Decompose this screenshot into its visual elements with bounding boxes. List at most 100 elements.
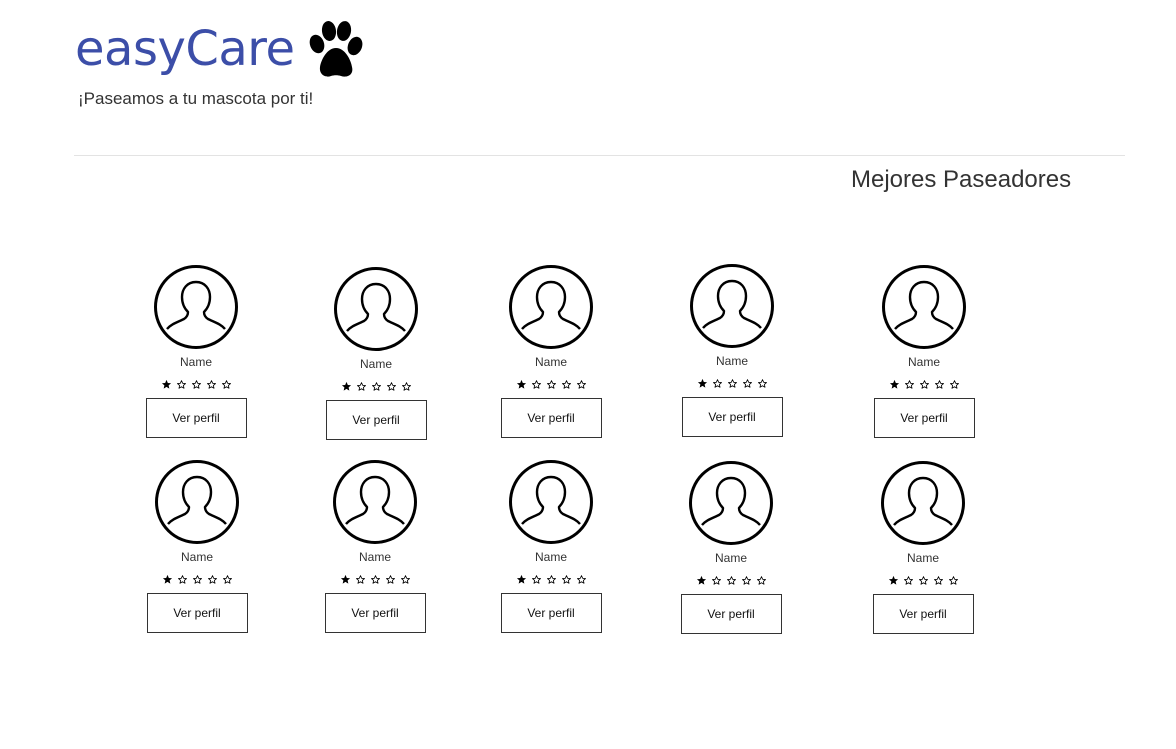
user-avatar-icon <box>154 265 238 349</box>
walker-name: Name <box>534 355 567 369</box>
star-filled-icon <box>161 377 172 389</box>
star-filled-icon <box>340 572 351 584</box>
walker-name: Name <box>359 357 392 371</box>
star-empty-icon <box>386 379 397 391</box>
star-empty-icon <box>903 573 914 585</box>
star-filled-icon <box>341 379 352 391</box>
star-rating <box>697 376 768 388</box>
brand[interactable]: easyCare <box>75 14 365 84</box>
star-empty-icon <box>356 379 367 391</box>
walker-card: Name Ver perfil <box>496 460 606 633</box>
brand-name[interactable]: easyCare <box>75 14 295 84</box>
star-empty-icon <box>401 379 412 391</box>
walker-card: Name Ver perfil <box>496 265 606 438</box>
star-empty-icon <box>933 573 944 585</box>
star-empty-icon <box>176 377 187 389</box>
star-filled-icon <box>697 376 708 388</box>
star-empty-icon <box>576 377 587 389</box>
user-avatar-icon <box>881 461 965 545</box>
star-empty-icon <box>948 573 959 585</box>
walker-card: Name Ver perfil <box>868 461 978 634</box>
star-filled-icon <box>162 572 173 584</box>
star-empty-icon <box>712 376 723 388</box>
user-avatar-icon <box>689 461 773 545</box>
star-empty-icon <box>919 377 930 389</box>
view-profile-button[interactable]: Ver perfil <box>500 398 602 438</box>
walker-name: Name <box>906 551 939 565</box>
user-avatar-icon <box>334 267 418 351</box>
walker-card: Name Ver perfil <box>320 460 430 633</box>
walker-name: Name <box>907 355 940 369</box>
star-empty-icon <box>371 379 382 391</box>
star-rating <box>340 572 411 584</box>
star-empty-icon <box>561 377 572 389</box>
star-empty-icon <box>546 572 557 584</box>
walker-name: Name <box>179 355 212 369</box>
star-empty-icon <box>192 572 203 584</box>
user-avatar-icon <box>690 264 774 348</box>
view-profile-button[interactable]: Ver perfil <box>500 593 602 633</box>
star-empty-icon <box>206 377 217 389</box>
star-empty-icon <box>531 377 542 389</box>
star-empty-icon <box>191 377 202 389</box>
view-profile-button[interactable]: Ver perfil <box>145 398 247 438</box>
star-empty-icon <box>400 572 411 584</box>
view-profile-button[interactable]: Ver perfil <box>325 400 427 440</box>
star-empty-icon <box>531 572 542 584</box>
user-avatar-icon <box>882 265 966 349</box>
view-profile-button[interactable]: Ver perfil <box>680 594 782 634</box>
star-empty-icon <box>918 573 929 585</box>
walker-name: Name <box>534 550 567 564</box>
star-filled-icon <box>516 572 527 584</box>
star-empty-icon <box>726 573 737 585</box>
site-header: easyCare <box>75 14 365 84</box>
star-empty-icon <box>177 572 188 584</box>
star-empty-icon <box>949 377 960 389</box>
star-empty-icon <box>756 573 767 585</box>
walker-card: Name Ver perfil <box>141 265 251 438</box>
star-empty-icon <box>934 377 945 389</box>
star-rating <box>516 572 587 584</box>
star-empty-icon <box>207 572 218 584</box>
view-profile-button[interactable]: Ver perfil <box>872 594 974 634</box>
user-avatar-icon <box>333 460 417 544</box>
star-rating <box>161 377 232 389</box>
star-empty-icon <box>741 573 752 585</box>
view-profile-button[interactable]: Ver perfil <box>146 593 248 633</box>
paw-icon <box>305 18 365 80</box>
star-filled-icon <box>889 377 900 389</box>
star-empty-icon <box>757 376 768 388</box>
walker-name: Name <box>180 550 213 564</box>
view-profile-button[interactable]: Ver perfil <box>873 398 975 438</box>
walker-card: Name Ver perfil <box>677 264 787 437</box>
star-rating <box>889 377 960 389</box>
walker-card: Name Ver perfil <box>142 460 252 633</box>
star-empty-icon <box>221 377 232 389</box>
star-rating <box>162 572 233 584</box>
star-empty-icon <box>727 376 738 388</box>
user-avatar-icon <box>509 460 593 544</box>
star-empty-icon <box>711 573 722 585</box>
header-divider <box>74 155 1125 156</box>
star-rating <box>888 573 959 585</box>
star-empty-icon <box>370 572 381 584</box>
star-empty-icon <box>355 572 366 584</box>
view-profile-button[interactable]: Ver perfil <box>681 397 783 437</box>
user-avatar-icon <box>509 265 593 349</box>
star-rating <box>516 377 587 389</box>
star-empty-icon <box>904 377 915 389</box>
tagline: ¡Paseamos a tu mascota por ti! <box>78 89 314 108</box>
walker-card: Name Ver perfil <box>676 461 786 634</box>
star-rating <box>341 379 412 391</box>
walker-name: Name <box>715 354 748 368</box>
walker-name: Name <box>358 550 391 564</box>
walker-card: Name Ver perfil <box>869 265 979 438</box>
view-profile-button[interactable]: Ver perfil <box>324 593 426 633</box>
section-title: Mejores Paseadores <box>851 166 1072 193</box>
star-filled-icon <box>888 573 899 585</box>
star-empty-icon <box>742 376 753 388</box>
star-empty-icon <box>385 572 396 584</box>
star-rating <box>696 573 767 585</box>
star-filled-icon <box>516 377 527 389</box>
star-empty-icon <box>222 572 233 584</box>
